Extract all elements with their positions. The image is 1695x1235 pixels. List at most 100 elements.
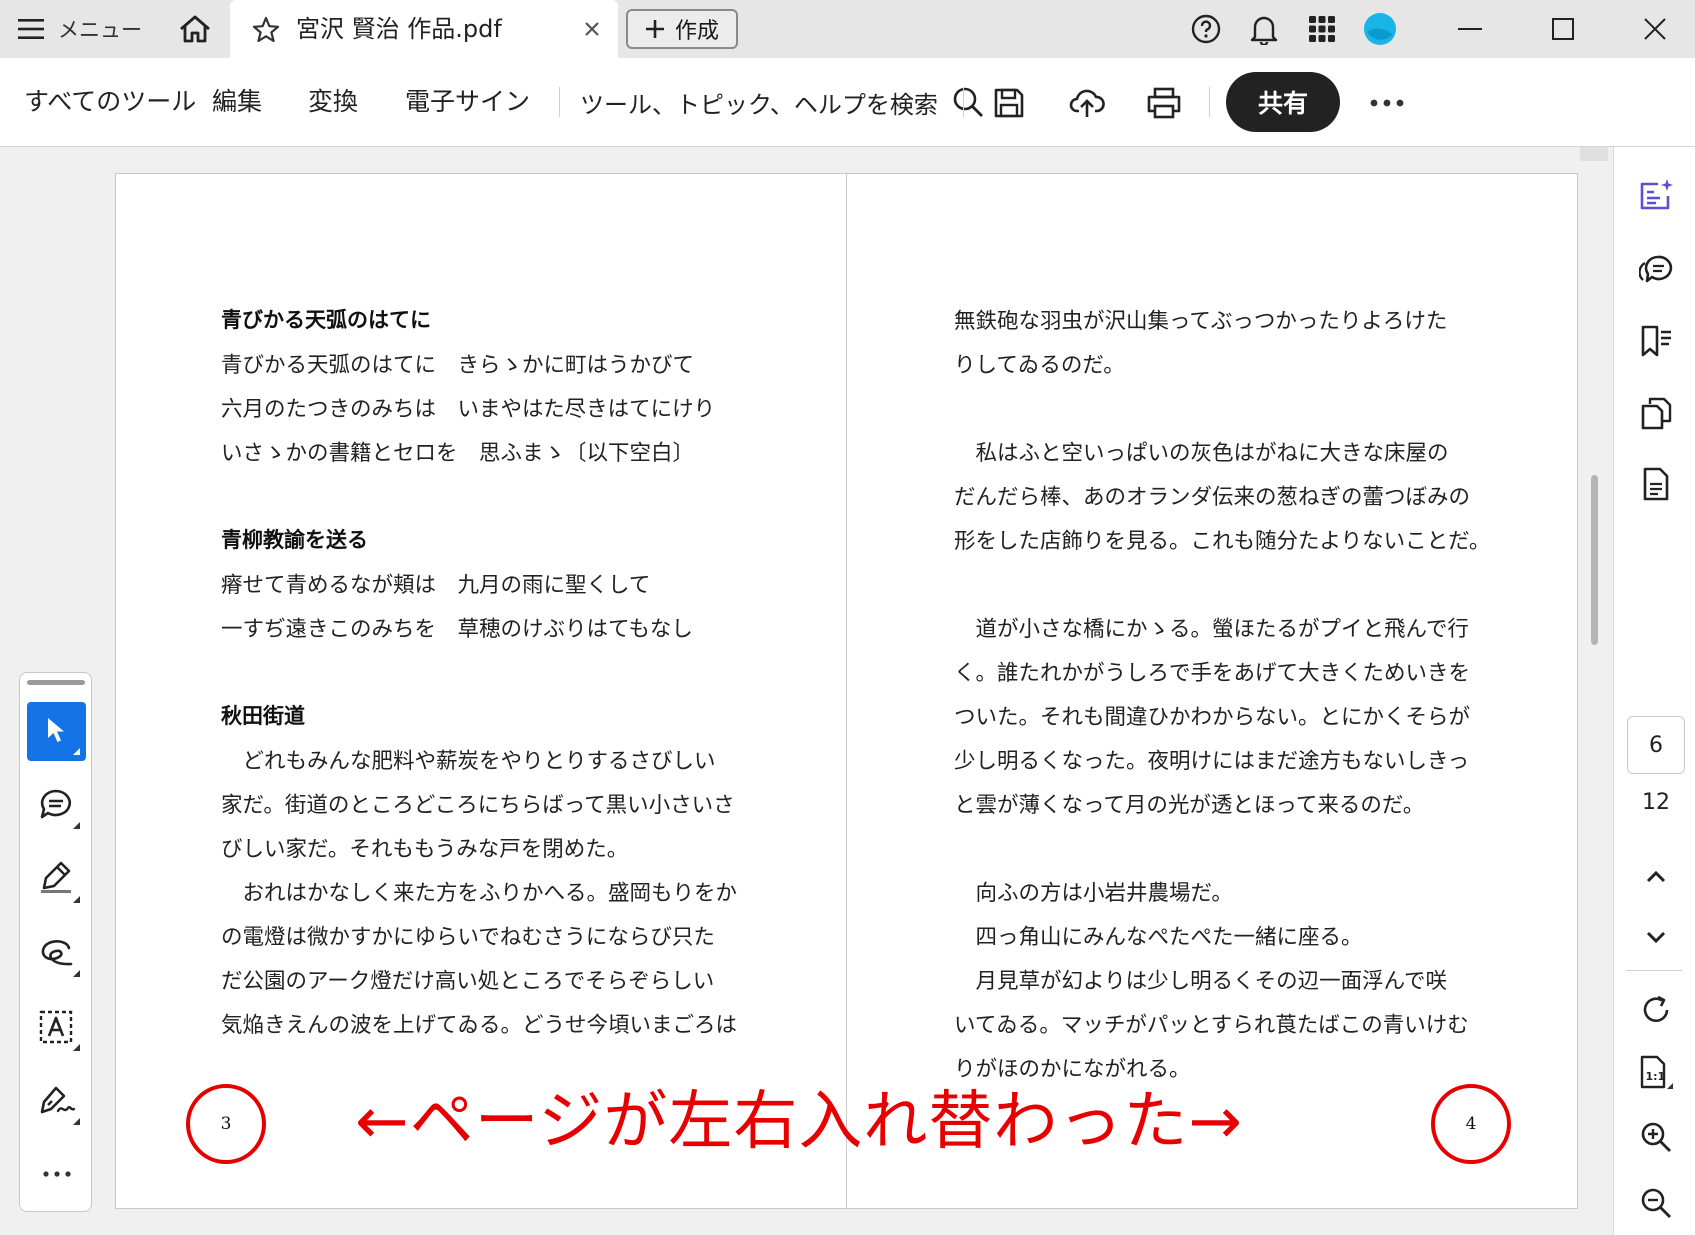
cursor-arrow-icon (48, 718, 64, 742)
text-line: 気焔きえんの波を上げてゐる。どうせ今頃いまごろは (221, 1013, 738, 1038)
highlight-tool-button[interactable] (27, 850, 86, 909)
page-divider (846, 174, 847, 1208)
text-line: りがほのかにながれる。 (954, 1057, 1191, 1082)
menu-edit[interactable]: 編集 (212, 58, 262, 146)
text-line: 少し明るくなった。夜明けにはまだ途方もないしきっ (954, 749, 1470, 774)
comments-panel-icon (1639, 255, 1673, 283)
hamburger-icon (18, 19, 44, 39)
pages-panel-button[interactable] (1631, 388, 1681, 438)
next-page-button[interactable] (1631, 912, 1681, 962)
panel-drag-handle[interactable] (27, 680, 85, 685)
close-tab-icon[interactable] (584, 21, 600, 37)
page-number-right: 4 (1465, 1114, 1477, 1134)
ai-assistant-icon (1640, 179, 1673, 210)
cloud-upload-icon (1069, 89, 1105, 117)
share-label: 共有 (1257, 89, 1308, 118)
text-box-tool-button[interactable] (27, 998, 86, 1057)
home-button[interactable] (170, 0, 220, 58)
help-button[interactable] (1184, 0, 1228, 58)
sidebar-divider (1626, 970, 1682, 971)
more-tools-button[interactable] (27, 1150, 86, 1198)
rotate-button[interactable] (1631, 985, 1681, 1035)
toolbar-divider (559, 87, 560, 117)
apps-grid-icon (1309, 16, 1335, 42)
actual-size-button[interactable]: 1:1 (1631, 1048, 1681, 1098)
text-line: と雲が薄くなって月の光が透とほって来るのだ。 (954, 793, 1425, 818)
actual-size-icon: 1:1 (1640, 1055, 1673, 1089)
ai-assistant-button[interactable] (1631, 170, 1681, 220)
text-line: く。誰たれかがうしろで手をあげて大きくためいきを (954, 661, 1471, 686)
text-line: だ公園のアーク燈だけ高い処ところでそらぞらしい (221, 969, 715, 994)
scrollbar-thumb[interactable] (1591, 475, 1598, 645)
zoom-out-button[interactable] (1631, 1178, 1681, 1228)
document-properties-button[interactable] (1631, 459, 1681, 509)
apps-button[interactable] (1300, 0, 1344, 58)
select-tool-button[interactable] (27, 702, 86, 761)
text-line: いさゝかの書籍とセロを 思ふまゝ〔以下空白〕 (221, 441, 695, 466)
print-button[interactable] (1141, 80, 1187, 126)
share-button[interactable]: 共有 (1226, 72, 1340, 132)
plus-icon (645, 20, 664, 38)
comments-panel-button[interactable] (1631, 245, 1681, 295)
menu-button[interactable]: メニュー (18, 0, 142, 58)
text-line: の電燈は微かすかにゆらいでねむさうにならび只た (221, 925, 715, 950)
pages-copy-icon (1641, 397, 1672, 430)
toolbar-divider (1209, 87, 1210, 117)
text-line: びしい家だ。それももうみな戸を閉めた。 (221, 837, 629, 862)
minimize-icon (1458, 28, 1482, 30)
maximize-icon (1552, 18, 1574, 40)
text-line: だんだら棒、あのオランダ伝来の葱ねぎの蕾つぼみの (954, 485, 1471, 510)
text-line: 瘠せて青めるなが頬は 九月の雨に聖くして (221, 573, 651, 598)
menu-esign[interactable]: 電子サイン (405, 58, 530, 146)
section-heading: 秋田街道 (221, 704, 305, 728)
maximize-button[interactable] (1533, 0, 1593, 58)
notifications-button[interactable] (1242, 0, 1286, 58)
text-box-icon (39, 1010, 73, 1044)
star-icon[interactable] (252, 16, 280, 44)
zoom-in-button[interactable] (1631, 1112, 1681, 1162)
page-number-left: 3 (220, 1114, 232, 1134)
total-pages: 12 (1642, 790, 1670, 815)
search-box[interactable]: ツール、トピック、ヘルプを検索 (580, 58, 984, 146)
highlighter-icon (41, 861, 71, 893)
zoom-out-icon (1641, 1188, 1671, 1218)
text-line: 六月のたつきのみちは いまやはた尽きはてにけり (221, 397, 716, 422)
save-button[interactable] (986, 80, 1032, 126)
more-options-button[interactable] (1364, 80, 1410, 126)
toolbar-divider (963, 87, 964, 117)
page-number-circle-right: 4 (1431, 1084, 1511, 1164)
document-tab[interactable]: 宮沢 賢治 作品.pdf (230, 0, 618, 58)
comment-tool-button[interactable] (27, 776, 86, 835)
help-icon (1191, 14, 1221, 44)
text-line: 形をした店飾りを見る。これも随分たよりないことだ。 (954, 529, 1491, 554)
create-button[interactable]: 作成 (626, 9, 738, 49)
document-icon (1643, 467, 1669, 501)
bookmarks-panel-button[interactable] (1631, 316, 1681, 366)
previous-page-button[interactable] (1631, 852, 1681, 902)
avatar-icon (1364, 13, 1396, 45)
close-icon (1644, 18, 1666, 40)
menu-convert[interactable]: 変換 (308, 58, 358, 146)
text-line: どれもみんな肥料や薪炭をやりとりするさびしい (221, 749, 716, 774)
search-icon (953, 87, 983, 117)
current-page-input[interactable]: 6 (1627, 716, 1685, 774)
profile-avatar[interactable] (1358, 0, 1402, 58)
minimize-button[interactable] (1440, 0, 1500, 58)
sign-tool-button[interactable] (27, 1072, 86, 1131)
comment-icon (40, 789, 72, 819)
save-icon (994, 88, 1024, 118)
menu-label: メニュー (58, 18, 142, 42)
draw-tool-button[interactable] (27, 924, 86, 983)
upload-button[interactable] (1064, 80, 1110, 126)
more-horizontal-icon (1370, 99, 1404, 107)
section-heading: 青びかる天弧のはてに (221, 308, 431, 332)
menu-all-tools[interactable]: すべてのツール (24, 58, 196, 146)
zoom-in-icon (1641, 1122, 1671, 1152)
close-window-button[interactable] (1625, 0, 1685, 58)
text-line: 月見草が幻よりは少し明るくその辺一面浮んで咲 (954, 969, 1448, 994)
rotate-clockwise-icon (1643, 995, 1669, 1023)
chevron-up-icon (1646, 870, 1666, 883)
vertical-scrollbar[interactable] (1580, 147, 1602, 1235)
text-line: おれはかなしく来た方をふりかへる。盛岡もりをか (221, 881, 738, 906)
section-heading: 青柳教諭を送る (221, 528, 368, 552)
